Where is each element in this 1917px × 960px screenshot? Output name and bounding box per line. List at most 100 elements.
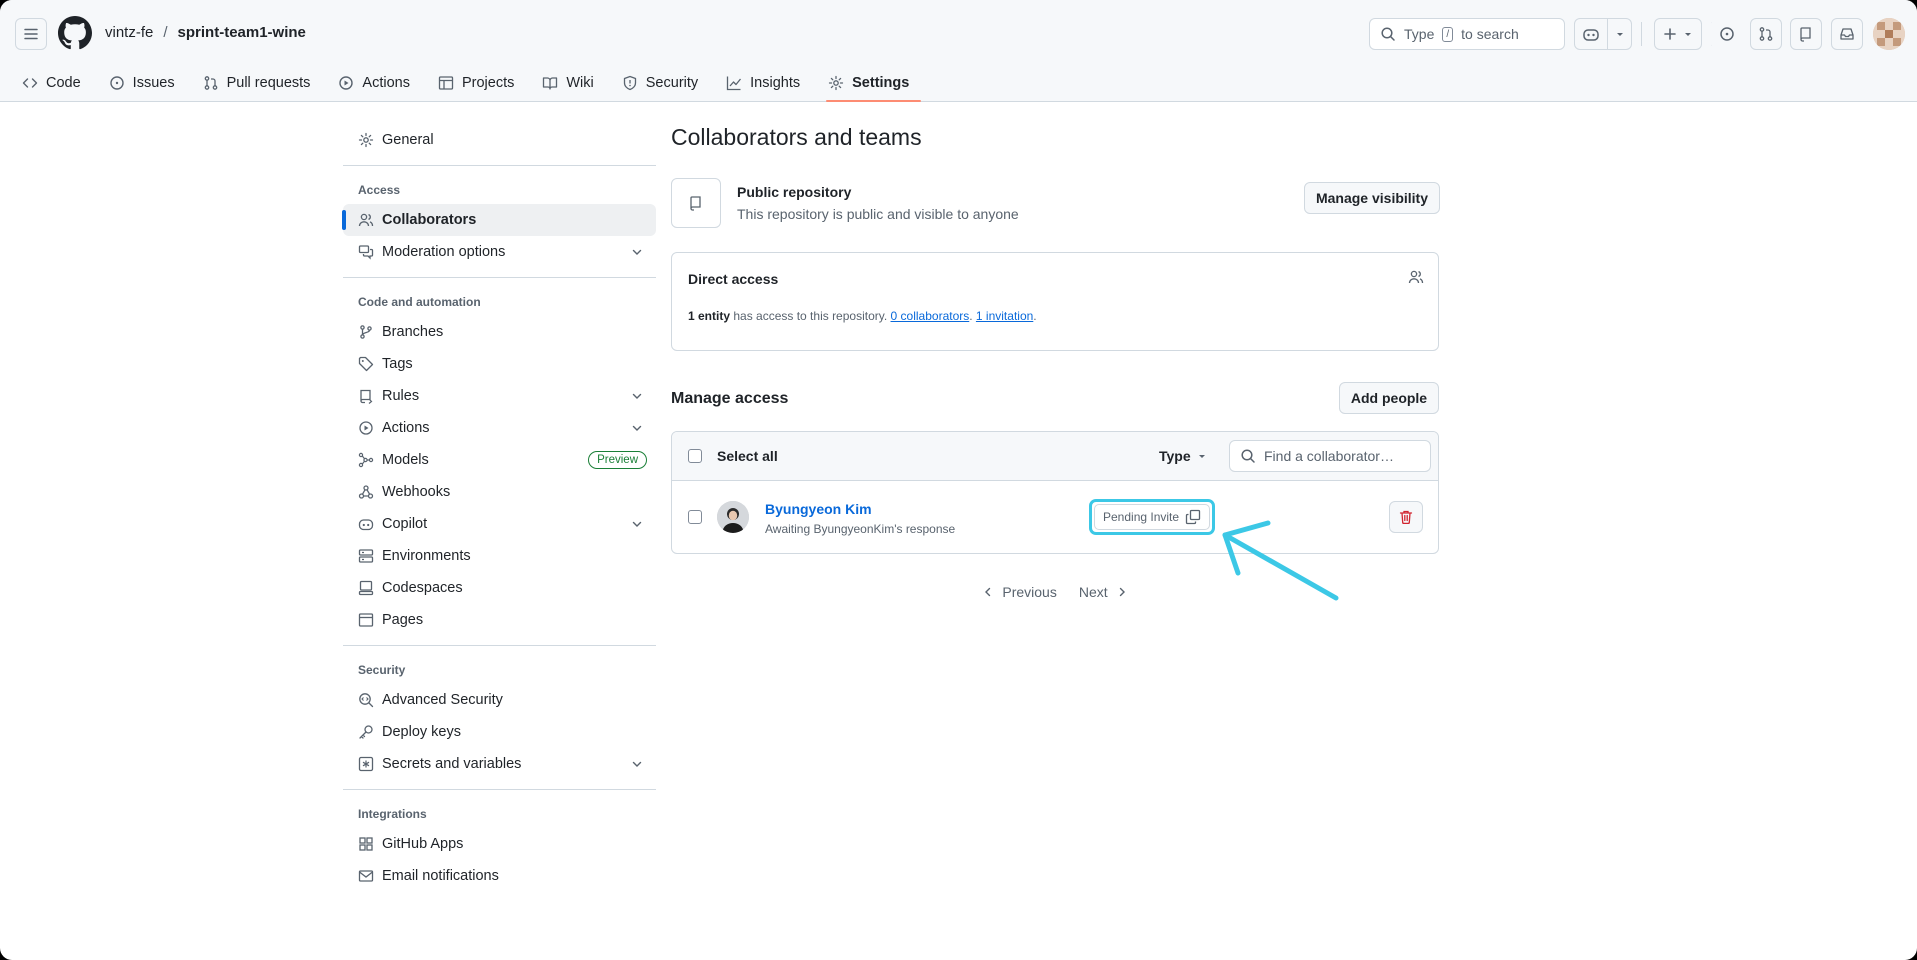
next-label: Next: [1078, 584, 1108, 600]
codespaces-icon: [358, 580, 374, 596]
remove-collaborator-button[interactable]: [1389, 501, 1423, 533]
public-repo-title: Public repository: [737, 184, 852, 200]
sidebar-item-collaborators[interactable]: Collaborators: [342, 204, 656, 236]
copilot-button[interactable]: [1574, 18, 1632, 50]
tag-icon: [358, 356, 374, 372]
previous-label: Previous: [1002, 584, 1057, 600]
play-icon: [339, 76, 354, 90]
copy-icon[interactable]: [1185, 509, 1201, 525]
sidebar-item-general[interactable]: General: [343, 124, 656, 156]
tab-insights-label: Insights: [750, 75, 801, 91]
repo-icon-box: [671, 178, 721, 228]
invitation-link[interactable]: 1 invitation: [976, 309, 1033, 323]
pull-request-icon: [204, 76, 217, 90]
copilot-icon: [358, 519, 374, 531]
collaborators-link[interactable]: 0 collaborators: [891, 309, 970, 323]
plus-icon: [1664, 28, 1676, 40]
tab-actions[interactable]: Actions: [336, 64, 422, 102]
sidebar-item-secrets[interactable]: Secrets and variables: [343, 748, 656, 780]
pending-invite-badge[interactable]: Pending Invite: [1094, 504, 1210, 530]
repo-icon: [1800, 27, 1811, 42]
sidebar-divider: [343, 165, 656, 166]
settings-sidebar: General Access Collaborators Moderation …: [342, 124, 656, 892]
issue-icon: [109, 76, 124, 90]
select-all-checkbox[interactable]: [688, 449, 702, 463]
previous-page-button[interactable]: Previous: [982, 584, 1057, 600]
sidebar-item-codespaces[interactable]: Codespaces: [343, 572, 656, 604]
sidebar-item-label: Environments: [382, 548, 471, 564]
add-people-button[interactable]: Add people: [1339, 382, 1439, 414]
sidebar-item-branches[interactable]: Branches: [343, 316, 656, 348]
gear-icon: [828, 75, 844, 91]
key-icon: [359, 725, 373, 739]
sidebar-item-label: Rules: [382, 388, 420, 404]
sidebar-item-actions[interactable]: Actions: [343, 412, 656, 444]
visibility-section: Public repository This repository is pub…: [671, 178, 1440, 230]
tab-settings-label: Settings: [852, 75, 910, 91]
next-page-button[interactable]: Next: [1079, 584, 1128, 600]
sidebar-item-label: Moderation options: [382, 244, 506, 260]
models-icon: [358, 452, 374, 468]
chevron-right-icon: [1119, 587, 1125, 597]
sidebar-item-environments[interactable]: Environments: [343, 540, 656, 572]
sidebar-item-models[interactable]: Models Preview: [343, 444, 656, 476]
repositories-button[interactable]: [1790, 18, 1822, 50]
tab-issues[interactable]: Issues: [107, 64, 187, 102]
tab-pull-requests[interactable]: Pull requests: [201, 64, 323, 102]
sidebar-item-rules[interactable]: Rules: [343, 380, 656, 412]
avatar[interactable]: [717, 501, 749, 533]
book-icon: [543, 77, 558, 90]
github-logo-icon[interactable]: [58, 16, 92, 50]
codescan-icon: [359, 693, 374, 708]
play-icon: [359, 421, 373, 435]
sidebar-item-deploy-keys[interactable]: Deploy keys: [343, 716, 656, 748]
annotation-arrow-icon: [1222, 520, 1339, 601]
sidebar-item-tags[interactable]: Tags: [343, 348, 656, 380]
type-filter-label: Type: [1159, 448, 1191, 464]
pending-invite-label: Pending Invite: [1103, 510, 1180, 524]
breadcrumb-owner[interactable]: vintz-fe: [105, 24, 153, 41]
pull-requests-button[interactable]: [1750, 18, 1782, 50]
search-input[interactable]: Type / to search: [1369, 18, 1565, 50]
sidebar-item-label: Copilot: [382, 516, 428, 532]
create-new-button[interactable]: [1654, 18, 1702, 50]
sidebar-item-advanced-security[interactable]: Advanced Security: [343, 684, 656, 716]
user-avatar-menu[interactable]: [1873, 18, 1905, 50]
tab-settings[interactable]: Settings: [826, 64, 922, 102]
collaborator-name-link[interactable]: Byungyeon Kim: [765, 501, 872, 517]
pull-request-icon: [1759, 27, 1773, 41]
people-icon: [358, 213, 374, 227]
sidebar-item-label: Email notifications: [382, 868, 499, 884]
tab-insights[interactable]: Insights: [724, 64, 812, 102]
manage-visibility-button[interactable]: Manage visibility: [1304, 182, 1440, 214]
row-checkbox[interactable]: [688, 510, 702, 524]
sidebar-item-copilot[interactable]: Copilot: [343, 508, 656, 540]
breadcrumb-separator: /: [163, 24, 168, 41]
issues-button[interactable]: [1711, 18, 1743, 50]
sidebar-item-email-notifications[interactable]: Email notifications: [343, 860, 656, 892]
find-collaborator-input[interactable]: Find a collaborator…: [1229, 440, 1431, 472]
sidebar-item-github-apps[interactable]: GitHub Apps: [343, 828, 656, 860]
direct-access-text: has access to this repository.: [730, 309, 891, 323]
sidebar-item-label: Tags: [382, 356, 413, 372]
tab-security[interactable]: Security: [620, 64, 710, 102]
issue-icon: [1720, 27, 1734, 41]
tab-projects[interactable]: Projects: [436, 64, 526, 102]
inbox-button[interactable]: [1831, 18, 1863, 50]
table-header: Select all Type Find a collaborator…: [672, 432, 1438, 481]
menu-button[interactable]: [15, 18, 47, 50]
tab-wiki[interactable]: Wiki: [540, 64, 605, 102]
type-filter-dropdown[interactable]: Type: [1159, 448, 1207, 464]
sidebar-item-label: Codespaces: [382, 580, 463, 596]
breadcrumb-repo[interactable]: sprint-team1-wine: [178, 24, 306, 41]
chevron-down-icon: [632, 521, 642, 527]
sidebar-item-moderation[interactable]: Moderation options: [343, 236, 656, 268]
sidebar-item-pages[interactable]: Pages: [343, 604, 656, 636]
sidebar-heading-access: Access: [358, 183, 401, 197]
code-icon: [22, 78, 38, 88]
sidebar-heading-security: Security: [358, 663, 406, 677]
sidebar-item-webhooks[interactable]: Webhooks: [343, 476, 656, 508]
sidebar-heading-code: Code and automation: [358, 295, 481, 309]
collaborator-status: Awaiting ByungyeonKim's response: [765, 522, 956, 536]
tab-code[interactable]: Code: [20, 64, 93, 102]
